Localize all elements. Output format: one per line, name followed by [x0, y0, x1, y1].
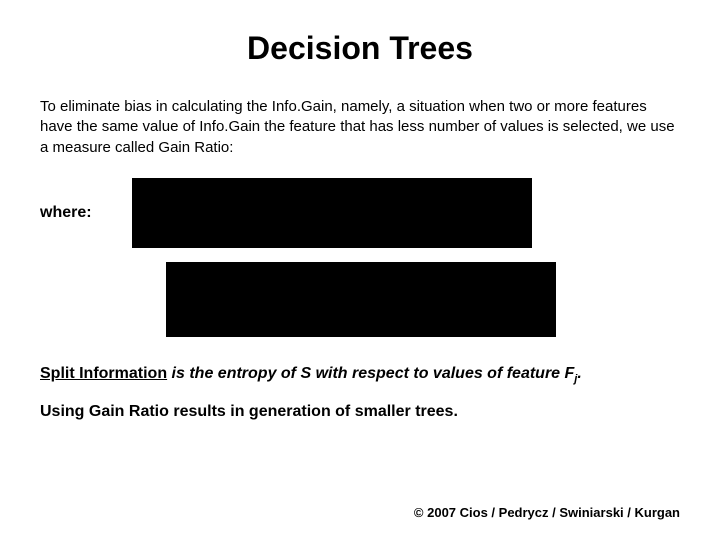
intro-paragraph: To eliminate bias in calculating the Inf… [40, 97, 680, 158]
defn-text: is the entropy of S with respect to valu… [167, 365, 574, 382]
where-label: where: [40, 204, 92, 222]
where-row: where: [40, 178, 680, 248]
copyright: © 2007 Cios / Pedrycz / Swiniarski / Kur… [414, 505, 680, 520]
defn-end: . [577, 365, 581, 382]
split-info-term: Split Information [40, 365, 167, 382]
closing-statement: Using Gain Ratio results in generation o… [40, 403, 680, 421]
equation-box-2 [166, 262, 556, 337]
split-information-definition: Split Information is the entropy of S wi… [40, 365, 680, 385]
equation-box-1 [132, 178, 532, 248]
page-title: Decision Trees [40, 30, 680, 67]
slide: Decision Trees To eliminate bias in calc… [0, 0, 720, 540]
